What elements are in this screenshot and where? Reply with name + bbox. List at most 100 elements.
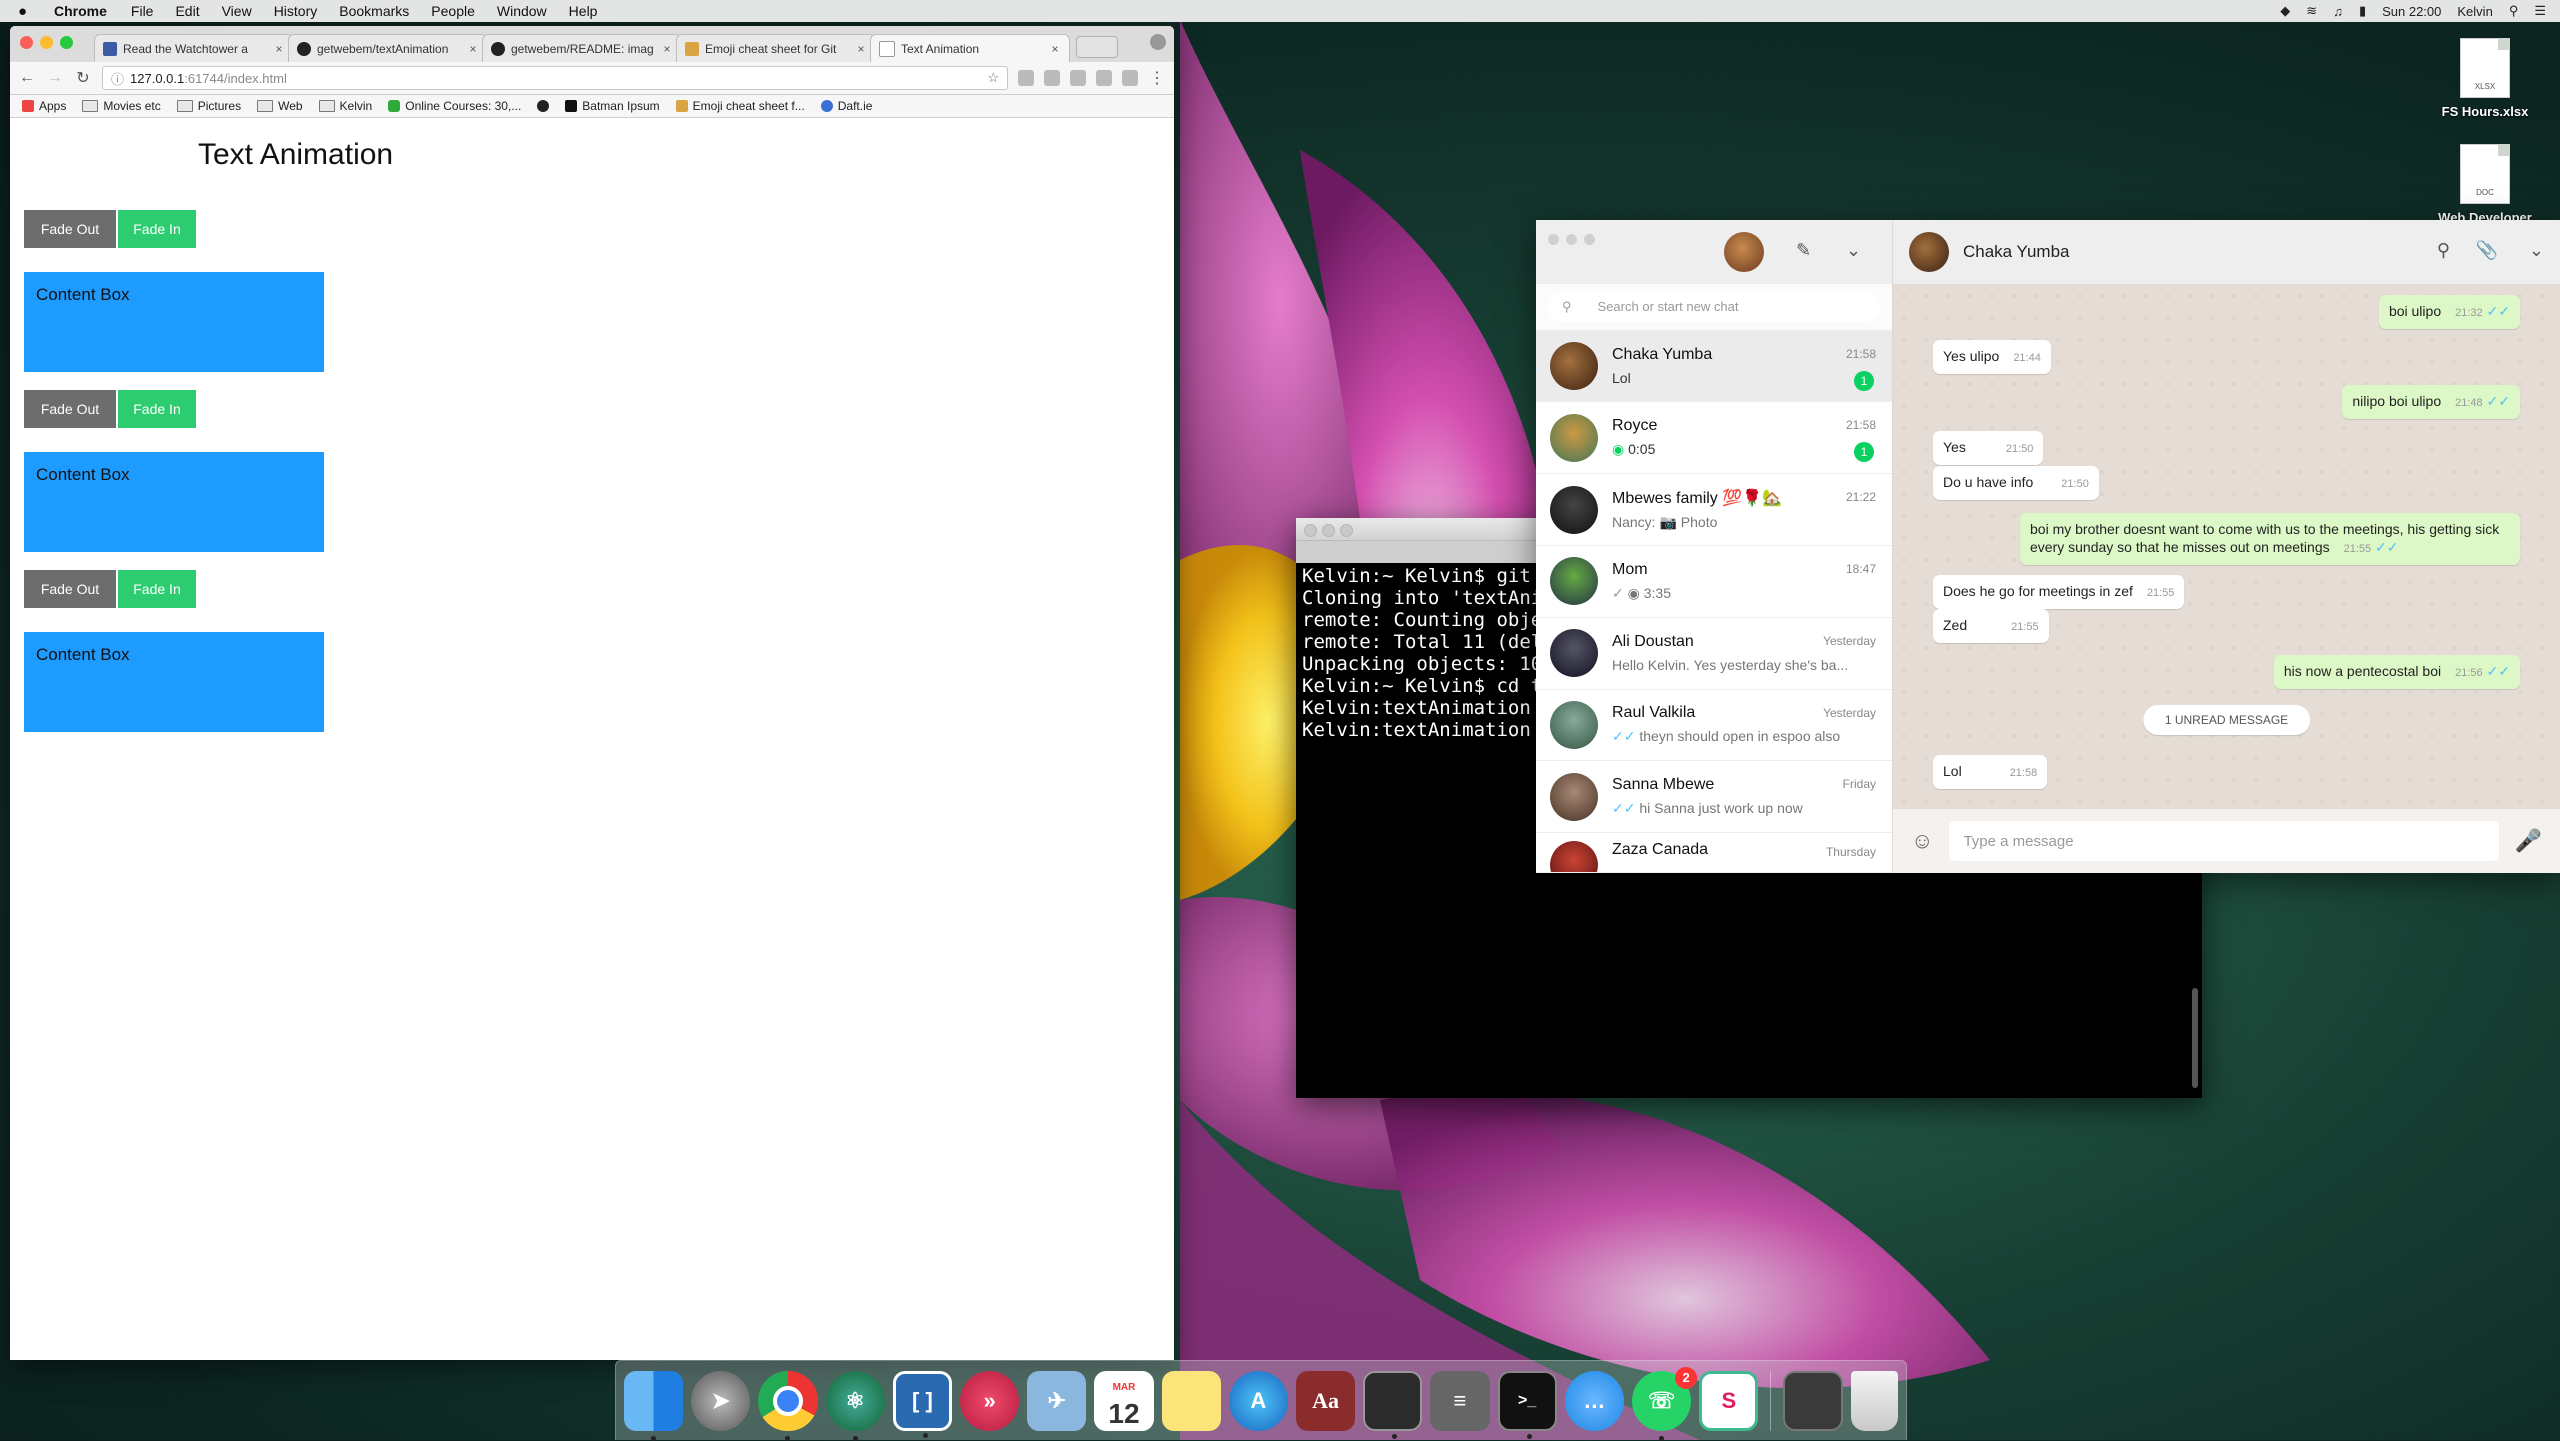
new-tab-button[interactable] [1076,36,1118,58]
atom-icon[interactable]: ⚛ [825,1370,885,1441]
bookmark-folder-web[interactable]: Web [257,99,303,113]
chat-item-mbewes-family[interactable]: Mbewes family 💯🌹🏡 Nancy: 📷 Photo 21:22 [1536,474,1892,546]
menu-file[interactable]: File [131,3,154,19]
back-icon[interactable]: ← [18,69,36,87]
message-input[interactable]: Type a message [1949,821,2499,861]
message-incoming[interactable]: Do u have info 21:50 [1933,466,2099,500]
bookmark-batman-ipsum[interactable]: Batman Ipsum [565,99,660,113]
emoji-icon[interactable]: ☺ [1911,828,1933,854]
extension-icon[interactable] [1018,70,1034,86]
new-chat-icon[interactable]: ✎ [1796,240,1811,261]
fade-out-button[interactable]: Fade Out [24,390,116,428]
bookmark-star-icon[interactable]: ☆ [987,70,999,86]
message-area[interactable]: boi ulipo 21:32 ✓✓ Yes ulipo 21:44 nilipo … [1893,285,2560,809]
paperclip-icon[interactable]: 📎 [2476,240,2498,261]
calendar-icon[interactable]: MAR 12 [1094,1370,1154,1431]
extension-icon[interactable] [1096,70,1112,86]
my-avatar[interactable] [1724,232,1764,272]
chevron-down-icon[interactable]: ⌄ [1846,240,1861,261]
clock[interactable]: Sun 22:00 [2382,4,2441,19]
bookmark-folder-kelvin[interactable]: Kelvin [318,99,372,113]
fade-in-button[interactable]: Fade In [118,390,196,428]
fade-in-button[interactable]: Fade In [118,210,196,248]
chat-item-raul-valkila[interactable]: Raul Valkila ✓✓ theyn should open in espo… [1536,690,1892,762]
menu-edit[interactable]: Edit [175,3,199,19]
chat-item-chaka-yumba[interactable]: Chaka Yumba Lol 21:58 1 [1536,330,1892,403]
bookmark-daft[interactable]: Daft.ie [820,99,872,113]
chat-item-royce[interactable]: Royce ◉ 0:05 21:58 1 [1536,402,1892,475]
conversation-header[interactable]: Chaka Yumba ⚲ 📎 ⌄ [1893,220,2560,285]
chrome-icon[interactable] [758,1370,818,1441]
zoom-button[interactable] [1340,524,1353,537]
page-info-icon[interactable]: ⓘ [111,69,124,88]
downloads-stack-icon[interactable] [1783,1370,1843,1431]
notification-center-icon[interactable]: ☰ [2534,3,2546,19]
close-tab-icon[interactable]: × [855,42,867,56]
bookmark-online-courses[interactable]: Online Courses: 30,... [388,99,521,113]
zoom-button[interactable] [1584,234,1595,245]
notes-icon[interactable] [1161,1370,1221,1431]
battery-icon[interactable]: ▮ [2359,3,2366,19]
calculator-icon[interactable]: ≡ [1430,1370,1490,1431]
bookmark-folder-pictures[interactable]: Pictures [176,99,241,113]
menu-help[interactable]: Help [569,3,598,19]
minimize-button[interactable] [1322,524,1335,537]
messages-icon[interactable]: … [1564,1370,1624,1431]
minimize-button[interactable] [1566,234,1577,245]
close-button[interactable] [1304,524,1317,537]
trash-icon[interactable] [1850,1370,1898,1431]
close-button[interactable] [20,36,33,49]
profile-icon[interactable] [1150,34,1166,50]
menu-people[interactable]: People [431,3,475,19]
forward-icon[interactable]: → [46,69,64,87]
activity-monitor-icon[interactable] [1363,1370,1423,1439]
close-tab-icon[interactable]: × [661,42,673,56]
message-outgoing[interactable]: boi ulipo 21:32 ✓✓ [2378,295,2520,329]
dropbox-icon[interactable]: ◆ [2280,3,2290,19]
tab-github-readme[interactable]: getwebem/README: imag × [482,34,682,62]
chat-item-ali-doustan[interactable]: Ali Doustan Hello Kelvin. Yes yesterday s… [1536,618,1892,690]
microphone-icon[interactable]: 🎤 [2515,828,2542,854]
app-store-icon[interactable]: A [1228,1370,1288,1431]
slack-icon[interactable]: S [1699,1370,1759,1431]
search-icon[interactable]: ⚲ [2437,240,2450,261]
chat-item-zaza-canada[interactable]: Zaza Canada Thursday [1536,833,1892,874]
message-incoming[interactable]: Yes ulipo 21:44 [1933,340,2051,374]
chrome-menu-icon[interactable]: ⋮ [1148,68,1166,88]
chat-item-mom[interactable]: Mom ✓ ◉ 3:35 18:47 [1536,546,1892,618]
terminal-scrollbar[interactable] [2192,988,2198,1088]
tab-emoji-cheat-sheet[interactable]: Emoji cheat sheet for Git × [676,34,876,62]
chevron-down-icon[interactable]: ⌄ [2529,240,2544,261]
desktop-file-fs-hours[interactable]: XLSX FS Hours.xlsx [2420,38,2550,119]
tab-watchtower[interactable]: Read the Watchtower a × [94,34,294,62]
message-outgoing[interactable]: boi my brother doesnt want to come with … [2020,513,2520,565]
bookmark-folder-movies[interactable]: Movies etc [82,99,161,113]
fade-in-button[interactable]: Fade In [118,570,196,608]
message-incoming[interactable]: Lol 21:58 [1933,755,2048,789]
fade-out-button[interactable]: Fade Out [24,210,116,248]
desktop-file-web-developer[interactable]: DOC Web Developer [2420,144,2550,225]
wifi-icon[interactable]: ≋ [2306,3,2317,19]
close-tab-icon[interactable]: × [273,42,285,56]
reload-icon[interactable]: ↻ [74,68,92,88]
tab-text-animation[interactable]: Text Animation × [870,34,1070,62]
menu-history[interactable]: History [274,3,318,19]
user-name[interactable]: Kelvin [2457,4,2492,19]
close-button[interactable] [1548,234,1559,245]
menu-app-name[interactable]: Chrome [54,3,107,19]
brackets-icon[interactable]: [ ] [892,1370,953,1438]
skitch-icon[interactable]: » [960,1370,1020,1431]
preview-icon[interactable]: ✈ [1027,1370,1087,1431]
bookmark-emoji-cheat-sheet[interactable]: Emoji cheat sheet f... [675,99,805,113]
spotlight-icon[interactable]: ⚲ [2509,3,2519,19]
apple-menu-icon[interactable]: ● [18,3,40,20]
message-incoming[interactable]: Does he go for meetings in zef 21:55 [1933,575,2185,609]
message-outgoing[interactable]: nilipo boi ulipo 21:48 ✓✓ [2342,385,2520,419]
minimize-button[interactable] [40,36,53,49]
bookmark-github[interactable] [537,100,550,112]
eyedropper-extension-icon[interactable] [1070,70,1086,86]
message-incoming[interactable]: Zed 21:55 [1933,609,2049,643]
close-tab-icon[interactable]: × [1049,42,1061,56]
menu-bookmarks[interactable]: Bookmarks [339,3,409,19]
launchpad-icon[interactable]: ➤ [691,1370,751,1431]
